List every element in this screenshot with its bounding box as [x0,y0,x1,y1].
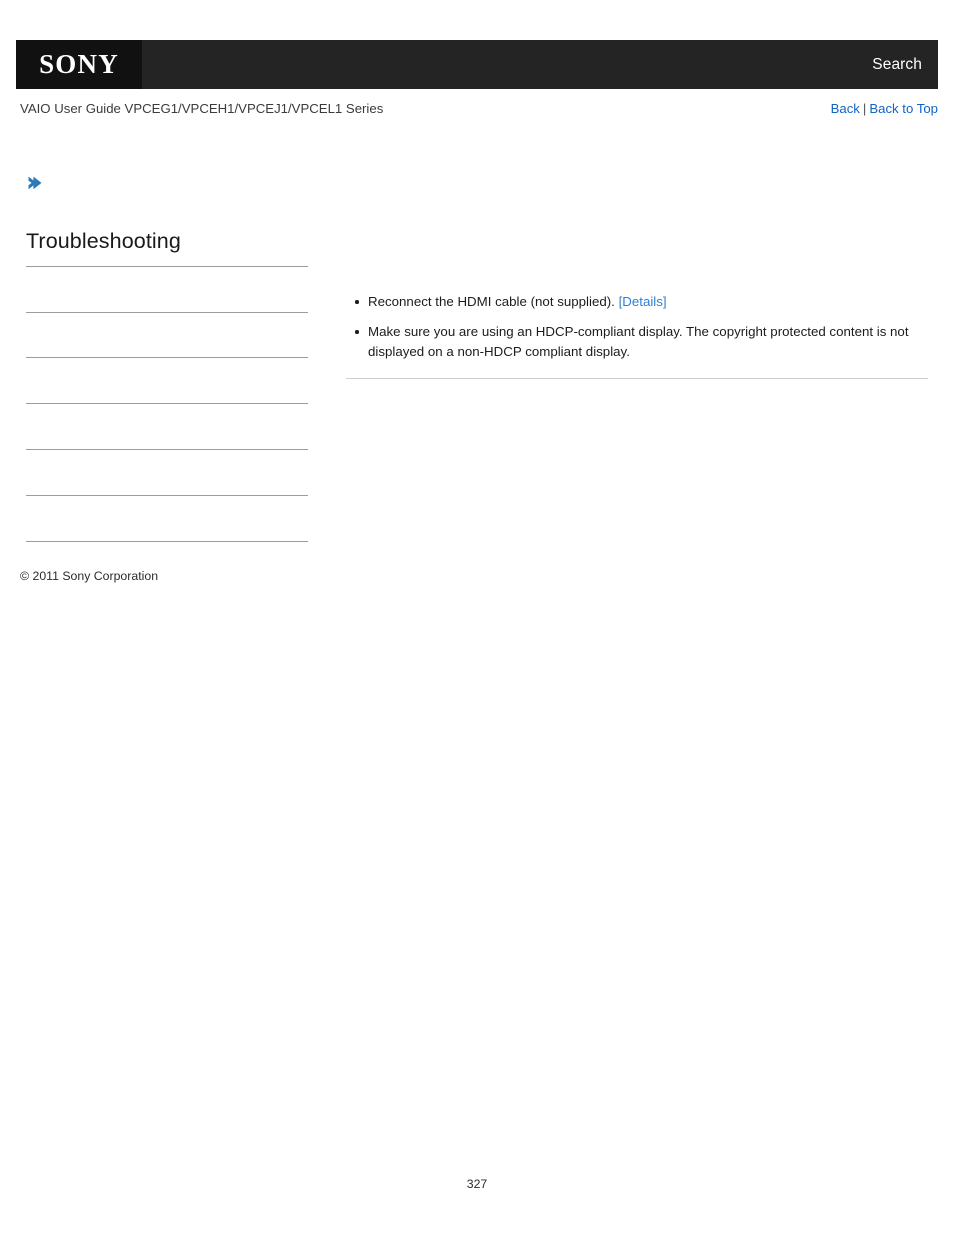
sidebar-item-6[interactable] [26,496,308,542]
copyright-text: © 2011 Sony Corporation [20,569,159,583]
list-item: Reconnect the HDMI cable (not supplied).… [346,292,928,312]
sidebar-item-label [26,404,308,410]
sony-logo-block[interactable]: SONY [16,40,142,89]
list-item: Make sure you are using an HDCP-complian… [346,322,928,362]
page-title: VAIO User Guide VPCEG1/VPCEH1/VPCEJ1/VPC… [20,101,384,116]
sub-header: VAIO User Guide VPCEG1/VPCEH1/VPCEJ1/VPC… [0,101,954,121]
sidebar: Troubleshooting [26,228,308,542]
bullet-text: Reconnect the HDMI cable (not supplied). [368,294,615,309]
header-nav-links: Back | Back to Top [831,101,938,116]
sidebar-item-4[interactable] [26,404,308,451]
back-link[interactable]: Back [831,101,860,116]
sidebar-item-5[interactable] [26,450,308,496]
main-content: Reconnect the HDMI cable (not supplied).… [346,292,928,372]
sidebar-item-label [26,450,308,456]
sidebar-title: Troubleshooting [26,229,181,253]
sidebar-item-3[interactable] [26,358,308,405]
sidebar-item-rule [26,540,308,542]
sidebar-item-label [26,313,308,319]
page-number: 327 [466,1177,488,1191]
details-link[interactable]: [Details] [619,294,667,309]
top-header-bar: SONY Search [16,40,938,89]
troubleshooting-bullet-list: Reconnect the HDMI cable (not supplied).… [346,292,928,362]
sidebar-item-1[interactable] [26,267,308,313]
nav-separator: | [862,101,867,116]
sidebar-item-2[interactable] [26,313,308,359]
sidebar-item-label [26,496,308,502]
sidebar-item-label [26,267,308,273]
chevron-right-icon [26,174,44,192]
bullet-text: Make sure you are using an HDCP-complian… [368,324,909,359]
sidebar-item-label [26,358,308,364]
back-to-top-link[interactable]: Back to Top [869,101,938,116]
document-page: SONY Search VAIO User Guide VPCEG1/VPCEH… [0,0,954,1235]
search-link[interactable]: Search [872,56,922,74]
content-bottom-rule [346,378,928,379]
sony-wordmark-icon: SONY [39,48,119,80]
